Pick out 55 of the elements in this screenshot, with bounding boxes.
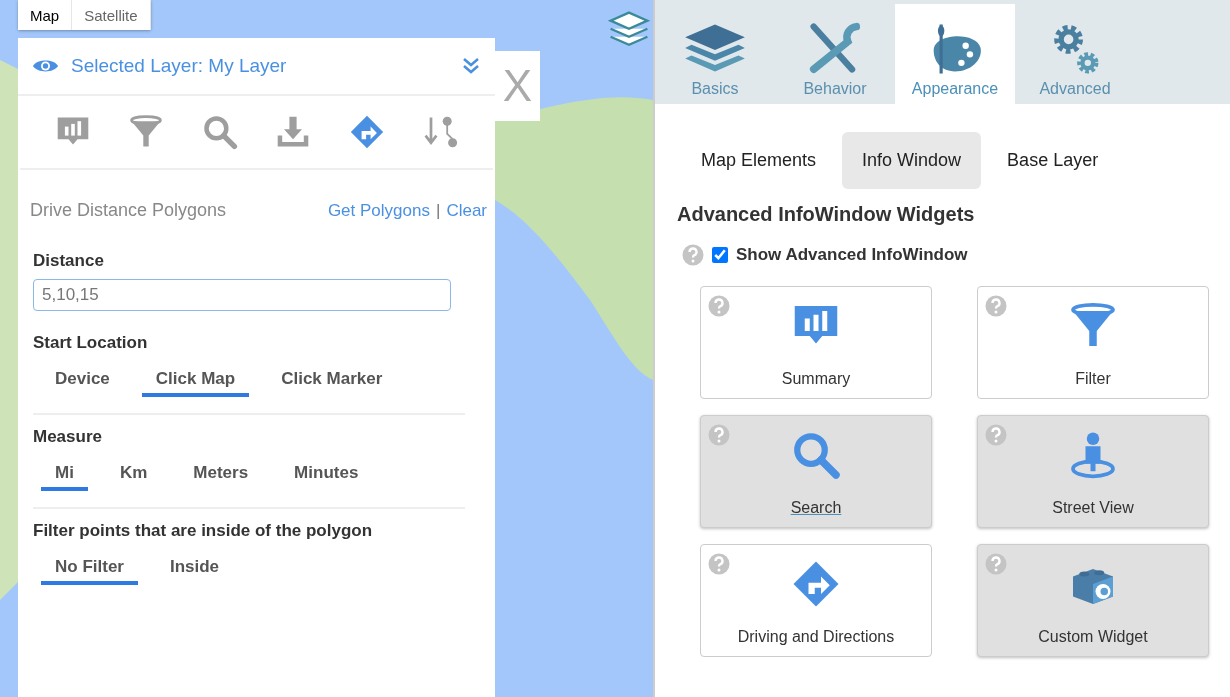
widget-label: Search <box>790 499 842 517</box>
toolbar-button[interactable] <box>422 114 459 150</box>
widget-card[interactable]: Custom Widget <box>977 544 1209 657</box>
widget-card[interactable]: Driving and Directions <box>700 544 932 657</box>
help-icon[interactable] <box>985 553 1007 575</box>
field-label: Start Location <box>33 333 149 353</box>
option-tab[interactable]: Device <box>41 365 124 397</box>
checkbox-label: Show Advanced InfoWindow <box>736 245 968 265</box>
help-icon[interactable] <box>708 424 730 446</box>
settings-tab[interactable]: Appearance <box>895 4 1015 104</box>
widget-label: Custom Widget <box>1038 628 1148 646</box>
selected-layer-title: Selected Layer: My Layer <box>71 55 288 77</box>
map-type-tab[interactable]: Satellite <box>72 0 151 30</box>
map-type-tab[interactable]: Map <box>18 0 73 30</box>
help-icon[interactable] <box>708 295 730 317</box>
widget-card[interactable]: Search <box>700 415 932 528</box>
link-separator: | <box>435 200 441 221</box>
widget-label: Summary <box>781 370 851 388</box>
sub-tab[interactable]: Map Elements <box>681 132 837 189</box>
option-tab[interactable]: Mi <box>41 459 88 491</box>
field-label: Measure <box>33 427 103 447</box>
show-advanced-checkbox[interactable] <box>712 247 728 263</box>
widget-card[interactable]: Filter <box>977 286 1209 399</box>
option-tab[interactable]: Km <box>105 459 162 491</box>
widget-directions-icon <box>791 559 841 609</box>
sub-tab[interactable]: Info Window <box>842 132 982 189</box>
widget-label: Driving and Directions <box>737 628 895 646</box>
section-title: Drive Distance Polygons <box>30 200 227 221</box>
toolbar-button[interactable] <box>201 114 238 150</box>
double-chevron-icon[interactable] <box>461 56 481 76</box>
widget-label: Street View <box>1052 499 1134 517</box>
option-tab[interactable]: Click Map <box>141 365 250 397</box>
sub-tab[interactable]: Base Layer <box>987 132 1119 189</box>
widget-search-icon <box>791 430 841 480</box>
tool-search-icon <box>201 114 238 150</box>
option-tab[interactable]: No Filter <box>41 553 138 585</box>
help-icon[interactable] <box>708 553 730 575</box>
widget-card[interactable]: Street View <box>977 415 1209 528</box>
section-heading: Advanced InfoWindow Widgets <box>676 202 976 226</box>
option-tab[interactable]: Click Marker <box>267 365 397 397</box>
widget-label: Filter <box>1075 370 1111 388</box>
field-label: Distance <box>33 251 105 271</box>
widget-card[interactable]: Summary <box>700 286 932 399</box>
distance-input[interactable]: 5,10,15 <box>33 279 451 311</box>
field-label: Filter points that are inside of the polygon <box>33 521 374 541</box>
help-icon[interactable] <box>985 424 1007 446</box>
help-icon[interactable] <box>985 295 1007 317</box>
option-tab[interactable]: Inside <box>155 553 234 585</box>
toolbar-button[interactable] <box>348 114 385 150</box>
option-tab[interactable]: Minutes <box>280 459 373 491</box>
option-tab[interactable]: Meters <box>179 459 263 491</box>
widget-person-icon <box>1068 430 1118 480</box>
tool-route-icon <box>422 114 459 150</box>
help-icon[interactable] <box>682 244 704 266</box>
tool-directions-icon <box>348 114 385 150</box>
